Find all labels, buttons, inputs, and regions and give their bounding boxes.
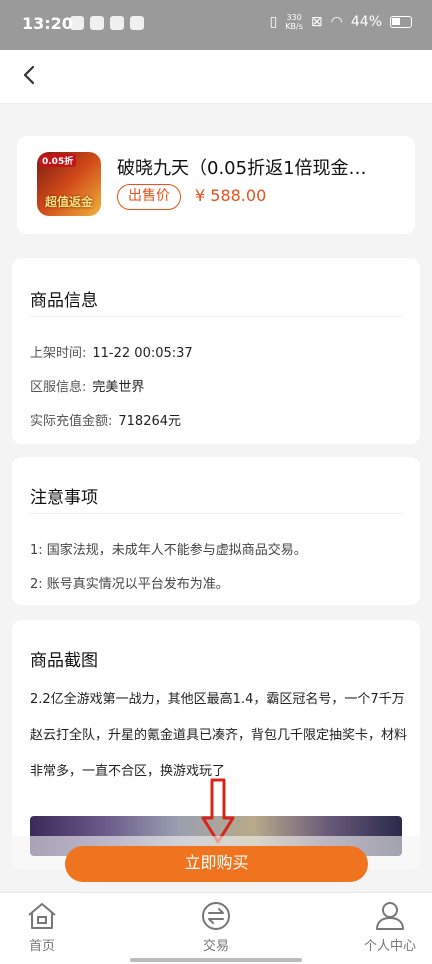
section-title: 商品截图: [30, 651, 98, 671]
icon-caption: 超值返金: [44, 195, 93, 209]
wifi-icon: ◠: [330, 14, 343, 30]
bottom-tab-bar: 首页 交易 个人中心: [0, 892, 432, 964]
info-row: 实际充值金额: 718264元: [30, 414, 182, 429]
tab-trade[interactable]: 交易: [176, 901, 256, 954]
note-item: 1: 国家法规，未成年人不能参与虚拟商品交易。: [30, 543, 307, 558]
battery-icon: [390, 16, 412, 28]
back-arrow-icon[interactable]: [18, 63, 42, 87]
status-right: ▯ 330 KB/s ⊠ ◠ 44%: [270, 13, 412, 31]
tab-profile[interactable]: 个人中心: [350, 901, 430, 954]
product-description: 2.2亿全游戏第一战力，其他区最高1.4，霸区冠名号，一个7千万赵云打全队，升星…: [30, 692, 408, 779]
game-icon: 0.05折 超值返金: [37, 152, 101, 216]
sale-price-tag: 出售价: [117, 184, 181, 210]
nav-bar: [0, 50, 432, 104]
section-title: 注意事项: [30, 488, 98, 508]
product-info-card: 商品信息 上架时间: 11-22 00:05:37 区服信息: 完美世界 实际充值金…: [12, 258, 420, 444]
tab-home[interactable]: 首页: [2, 901, 82, 954]
status-time: 13:20: [22, 14, 73, 33]
divider: [30, 513, 402, 514]
info-row: 区服信息: 完美世界: [30, 380, 145, 395]
section-title: 商品信息: [30, 291, 98, 311]
pointer-arrow-icon: [201, 778, 235, 844]
vibrate-icon: ▯: [269, 14, 278, 30]
buy-now-button[interactable]: 立即购买: [65, 846, 368, 882]
info-row: 上架时间: 11-22 00:05:37: [30, 346, 193, 361]
message-icon: [110, 16, 124, 30]
product-title: 破晓九天（0.05折返1倍现金…: [117, 158, 367, 179]
battery-percent: 44%: [350, 14, 382, 30]
app-icon: [90, 16, 104, 30]
home-indicator: [130, 958, 302, 962]
note-item: 2: 账号真实情况以平台发布为准。: [30, 577, 229, 592]
user-icon: [376, 902, 404, 930]
network-speed: 330 KB/s: [285, 13, 303, 31]
sim-icon: ⊠: [310, 14, 323, 30]
home-icon: [28, 903, 56, 929]
exchange-icon: [202, 902, 230, 930]
status-bar: 13:20 ▯ 330 KB/s ⊠ ◠ 44%: [0, 0, 432, 50]
notes-card: 注意事项 1: 国家法规，未成年人不能参与虚拟商品交易。 2: 账号真实情况以平…: [12, 457, 420, 605]
notification-icons: [70, 16, 144, 30]
price: ¥ 588.00: [195, 186, 267, 205]
crown-icon: [70, 16, 84, 30]
divider: [30, 316, 402, 317]
product-card[interactable]: 0.05折 超值返金 破晓九天（0.05折返1倍现金… 出售价 ¥ 588.00: [17, 136, 415, 234]
discount-tag: 0.05折: [39, 154, 77, 167]
game-notification-icon: [130, 16, 144, 30]
